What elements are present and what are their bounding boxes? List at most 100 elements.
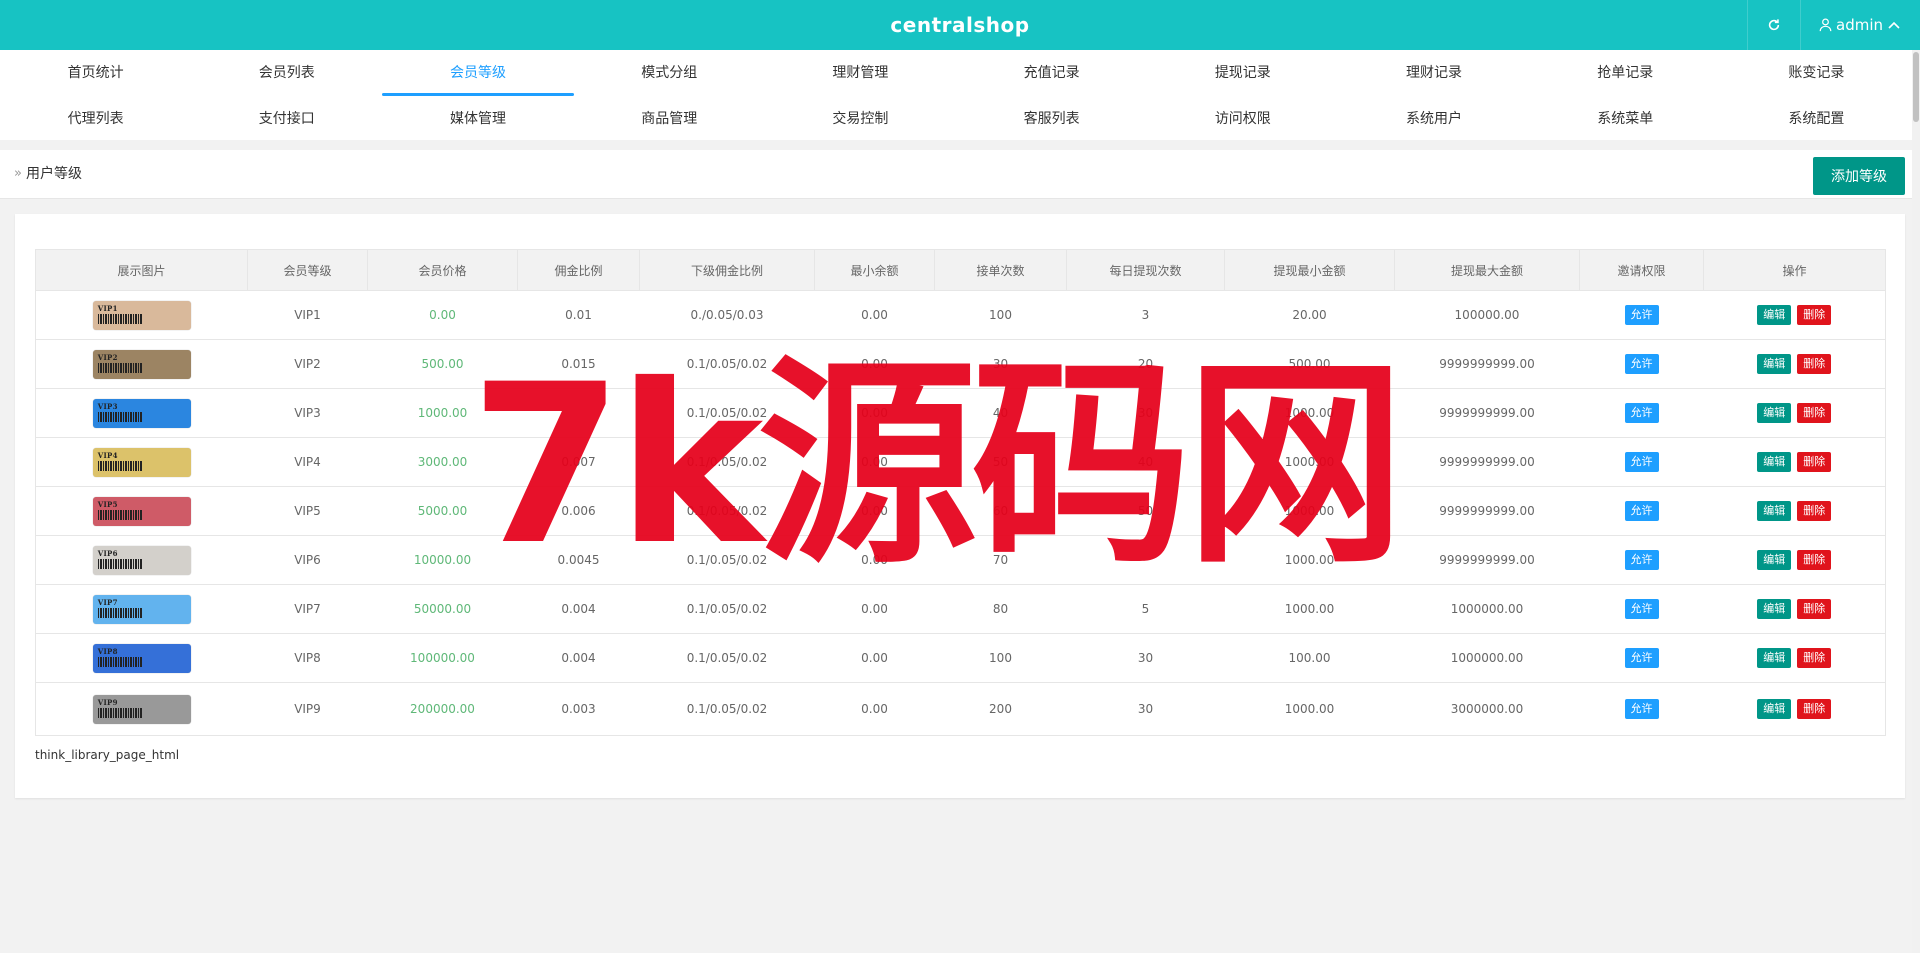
nav-item[interactable]: 理财记录 [1338, 50, 1529, 96]
nav-item[interactable]: 首页统计 [0, 50, 191, 96]
cell-orders: 200 [934, 682, 1067, 736]
barcode-icon [97, 460, 142, 471]
cell-withdraw-max: 9999999999.00 [1394, 388, 1580, 438]
user-name: admin [1836, 16, 1883, 34]
cell-level: VIP8 [247, 633, 368, 683]
add-level-button[interactable]: 添加等级 [1813, 157, 1905, 195]
cell-invite: 允许 [1579, 682, 1704, 736]
breadcrumb-bar: » 用户等级 添加等级 [0, 150, 1912, 199]
cell-commission [517, 388, 640, 438]
delete-button[interactable]: 删除 [1797, 699, 1832, 719]
cell-daily-withdraw: 20 [1066, 339, 1225, 389]
level-image-cell: VIP2 [35, 339, 248, 389]
nav-item[interactable]: 客服列表 [956, 96, 1147, 142]
vip-card-text: VIP8 [97, 646, 118, 656]
invite-allow-badge[interactable]: 允许 [1624, 354, 1659, 374]
scrollbar-thumb[interactable] [1913, 52, 1919, 122]
nav-item[interactable]: 理财管理 [765, 50, 956, 96]
invite-allow-badge[interactable]: 允许 [1624, 501, 1659, 521]
nav-item[interactable]: 会员列表 [191, 50, 382, 96]
nav-item[interactable]: 充值记录 [956, 50, 1147, 96]
level-image-cell: VIP3 [35, 388, 248, 438]
refresh-button[interactable] [1747, 0, 1801, 50]
cell-withdraw-min: 100.00 [1224, 633, 1395, 683]
edit-button[interactable]: 编辑 [1757, 305, 1792, 325]
cell-min-balance: 0.00 [814, 388, 935, 438]
table-row: VIP2 VIP2 500.00 0.015 0.1/0.05/0.02 0.00 30 20… [35, 339, 1886, 389]
edit-button[interactable]: 编辑 [1757, 452, 1792, 472]
cell-commission: 0.003 [517, 682, 640, 736]
cell-actions: 编辑 删除 [1703, 388, 1886, 438]
delete-button[interactable]: 删除 [1797, 403, 1832, 423]
nav-item[interactable]: 提现记录 [1147, 50, 1338, 96]
table-body: VIP1 VIP1 0.00 0.01 0./0.05/0.03 0.00 100 3 20.0… [35, 290, 1886, 736]
edit-button[interactable]: 编辑 [1757, 550, 1792, 570]
cell-withdraw-min: 1000.00 [1224, 388, 1395, 438]
edit-button[interactable]: 编辑 [1757, 403, 1792, 423]
edit-button[interactable]: 编辑 [1757, 648, 1792, 668]
cell-commission: 0.007 [517, 437, 640, 487]
nav-item[interactable]: 系统菜单 [1530, 96, 1721, 142]
cell-invite: 允许 [1579, 633, 1704, 683]
cell-min-balance: 0.00 [814, 633, 935, 683]
nav-item[interactable]: 抢单记录 [1530, 50, 1721, 96]
cell-orders: 60 [934, 486, 1067, 536]
double-chevron-right-icon: » [14, 166, 22, 181]
level-image-cell: VIP1 [35, 290, 248, 340]
delete-button[interactable]: 删除 [1797, 648, 1832, 668]
nav-item[interactable]: 访问权限 [1147, 96, 1338, 142]
cell-invite: 允许 [1579, 584, 1704, 634]
edit-button[interactable]: 编辑 [1757, 599, 1792, 619]
invite-allow-badge[interactable]: 允许 [1624, 452, 1659, 472]
nav-item[interactable]: 媒体管理 [382, 96, 573, 142]
nav-item[interactable]: 系统用户 [1338, 96, 1529, 142]
invite-allow-badge[interactable]: 允许 [1624, 305, 1659, 325]
nav-item[interactable]: 商品管理 [574, 96, 765, 142]
invite-allow-badge[interactable]: 允许 [1624, 648, 1659, 668]
column-header: 佣金比例 [517, 249, 640, 291]
breadcrumb-label: 用户等级 [25, 166, 82, 182]
column-header: 会员价格 [367, 249, 518, 291]
column-header: 每日提现次数 [1066, 249, 1225, 291]
user-menu[interactable]: admin [1800, 0, 1920, 50]
cell-withdraw-max: 9999999999.00 [1394, 339, 1580, 389]
cell-orders: 100 [934, 290, 1067, 340]
nav-item[interactable]: 系统配置 [1721, 96, 1912, 142]
cell-daily-withdraw: 30 [1066, 633, 1225, 683]
vip-card-text: VIP2 [97, 352, 118, 362]
cell-level: VIP3 [247, 388, 368, 438]
delete-button[interactable]: 删除 [1797, 452, 1832, 472]
edit-button[interactable]: 编辑 [1757, 354, 1792, 374]
edit-button[interactable]: 编辑 [1757, 501, 1792, 521]
delete-button[interactable]: 删除 [1797, 550, 1832, 570]
invite-allow-badge[interactable]: 允许 [1624, 403, 1659, 423]
invite-allow-badge[interactable]: 允许 [1624, 699, 1659, 719]
cell-sub-commission: 0.1/0.05/0.02 [639, 437, 815, 487]
nav-item[interactable]: 会员等级 [382, 50, 574, 96]
delete-button[interactable]: 删除 [1797, 501, 1832, 521]
cell-actions: 编辑 删除 [1703, 535, 1886, 585]
nav-item[interactable]: 交易控制 [765, 96, 956, 142]
cell-withdraw-min: 20.00 [1224, 290, 1395, 340]
nav-item[interactable]: 模式分组 [574, 50, 765, 96]
delete-button[interactable]: 删除 [1797, 599, 1832, 619]
vip-card-image: VIP4 [92, 447, 191, 477]
delete-button[interactable]: 删除 [1797, 354, 1832, 374]
page-scrollbar[interactable] [1912, 50, 1920, 953]
nav-item[interactable]: 代理列表 [0, 96, 191, 142]
cell-withdraw-max: 1000000.00 [1394, 633, 1580, 683]
delete-button[interactable]: 删除 [1797, 305, 1832, 325]
cell-sub-commission: 0.1/0.05/0.02 [639, 486, 815, 536]
vip-card-text: VIP3 [97, 401, 118, 411]
edit-button[interactable]: 编辑 [1757, 699, 1792, 719]
nav-item[interactable]: 支付接口 [191, 96, 382, 142]
cell-daily-withdraw: 5 [1066, 584, 1225, 634]
cell-invite: 允许 [1579, 437, 1704, 487]
main-nav: 首页统计 会员列表 会员等级 模式分组 理财管理 充值记录 提现记录 理财记录 抢单记录 账变记录… [0, 50, 1912, 140]
cell-withdraw-max: 1000000.00 [1394, 584, 1580, 634]
cell-min-balance: 0.00 [814, 339, 935, 389]
vip-card-image: VIP5 [92, 496, 191, 526]
invite-allow-badge[interactable]: 允许 [1624, 599, 1659, 619]
invite-allow-badge[interactable]: 允许 [1624, 550, 1659, 570]
nav-item[interactable]: 账变记录 [1721, 50, 1912, 96]
